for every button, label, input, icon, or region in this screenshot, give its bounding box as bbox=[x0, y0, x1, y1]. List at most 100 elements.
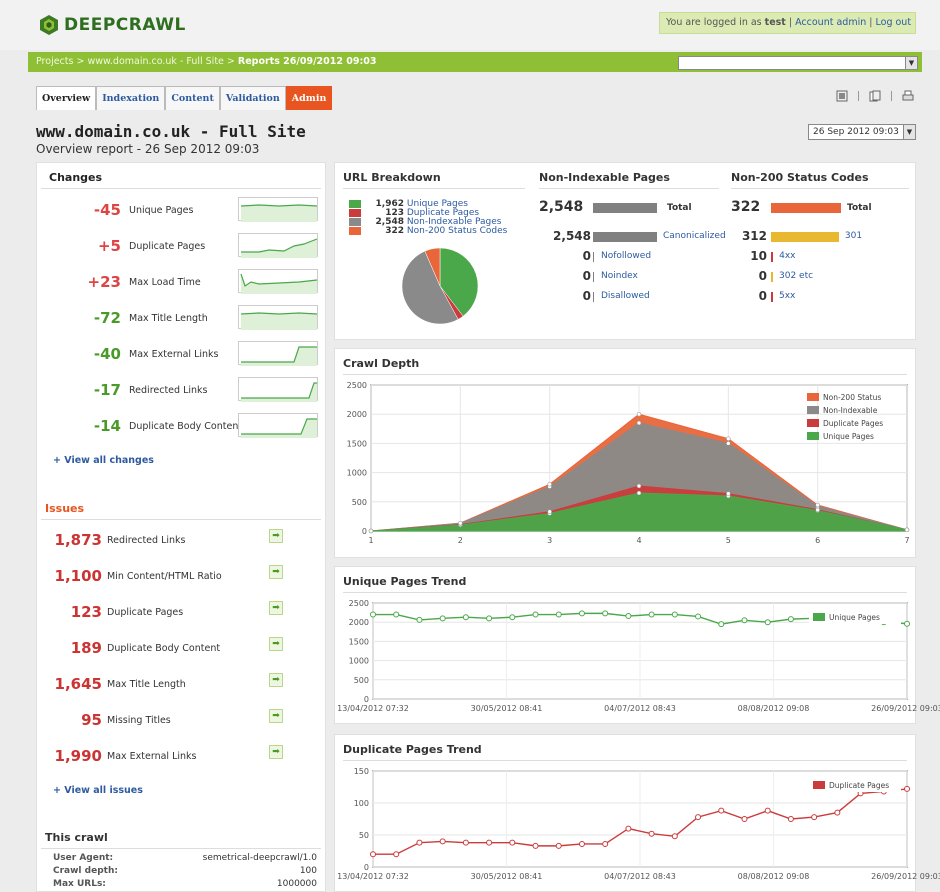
non-indexable-row: 0 Nofollowed bbox=[539, 249, 719, 265]
dropdown-arrow-icon[interactable]: ▼ bbox=[905, 57, 917, 69]
issue-value: 189 bbox=[70, 639, 102, 657]
row-bar bbox=[771, 272, 773, 282]
dropdown-arrow-icon[interactable]: ▼ bbox=[903, 125, 915, 139]
x-tick-label: 13/04/2012 07:32 bbox=[337, 872, 409, 881]
change-row: -17 Redirected Links bbox=[37, 377, 327, 403]
change-value: -14 bbox=[93, 417, 121, 435]
toolbar bbox=[836, 90, 914, 102]
sparkline-area bbox=[241, 239, 317, 258]
data-point bbox=[625, 825, 632, 832]
legend-swatch bbox=[813, 781, 825, 789]
copy-icon[interactable] bbox=[869, 90, 881, 102]
data-point bbox=[509, 839, 516, 846]
divider bbox=[858, 91, 859, 101]
y-tick-label: 0 bbox=[364, 863, 369, 872]
change-value: -17 bbox=[93, 381, 121, 399]
data-point bbox=[726, 441, 731, 446]
arrow-right-icon[interactable]: ➡ bbox=[269, 709, 283, 723]
view-all-issues-link[interactable]: + View all issues bbox=[53, 785, 143, 796]
legend-item: 322 Non-200 Status Codes bbox=[349, 226, 507, 236]
project-select[interactable]: ▼ bbox=[678, 56, 918, 70]
non200-title: Non-200 Status Codes bbox=[731, 171, 909, 189]
data-point bbox=[462, 839, 469, 846]
logo[interactable]: DEEPCRAWL bbox=[38, 14, 186, 36]
arrow-right-icon[interactable]: ➡ bbox=[269, 601, 283, 615]
data-point bbox=[904, 620, 910, 627]
tab-content[interactable]: Content bbox=[165, 86, 220, 110]
tab-overview[interactable]: Overview bbox=[36, 86, 97, 110]
row-value: 10 bbox=[750, 249, 767, 263]
arrow-right-icon[interactable]: ➡ bbox=[269, 565, 283, 579]
breadcrumb-projects[interactable]: Projects bbox=[36, 56, 73, 67]
data-point bbox=[486, 839, 493, 846]
page-subtitle: Overview report - 26 Sep 2012 09:03 bbox=[36, 142, 260, 156]
report-date-select[interactable]: 26 Sep 2012 09:03 ▼ bbox=[808, 124, 916, 140]
arrow-right-icon[interactable]: ➡ bbox=[269, 745, 283, 759]
row-label[interactable]: Nofollowed bbox=[601, 251, 651, 261]
data-point bbox=[578, 840, 585, 847]
legend-label: Duplicate Pages bbox=[829, 781, 889, 790]
x-tick-label: 04/07/2012 08:43 bbox=[604, 704, 676, 713]
export-icon[interactable] bbox=[836, 90, 848, 102]
sparkline bbox=[238, 341, 318, 366]
issue-label: Min Content/HTML Ratio bbox=[107, 571, 222, 582]
x-tick-label: 7 bbox=[904, 536, 909, 545]
change-value: -45 bbox=[93, 201, 121, 219]
data-point bbox=[625, 613, 632, 620]
data-point bbox=[370, 611, 376, 618]
sparkline-chart bbox=[241, 346, 317, 366]
y-tick-label: 2500 bbox=[347, 381, 367, 390]
x-tick-label: 6 bbox=[815, 536, 820, 545]
non-indexable-title: Non-Indexable Pages bbox=[539, 171, 719, 189]
tab-validation[interactable]: Validation bbox=[219, 86, 286, 110]
change-value: -72 bbox=[93, 309, 121, 327]
y-tick-label: 500 bbox=[354, 676, 369, 685]
data-point bbox=[416, 839, 423, 846]
print-icon[interactable] bbox=[902, 90, 914, 102]
sparkline bbox=[238, 233, 318, 258]
logout-link[interactable]: Log out bbox=[876, 17, 912, 28]
non-indexable-row: 2,548 Canonicalized bbox=[539, 229, 726, 245]
arrow-right-icon[interactable]: ➡ bbox=[269, 529, 283, 543]
y-tick-label: 1000 bbox=[349, 657, 369, 666]
x-tick-label: 1 bbox=[368, 536, 373, 545]
data-point bbox=[636, 483, 642, 489]
sparkline-chart bbox=[241, 238, 318, 258]
data-point bbox=[726, 491, 731, 496]
issue-row: 1,100 Min Content/HTML Ratio ➡ bbox=[37, 565, 327, 587]
row-label[interactable]: Disallowed bbox=[601, 291, 650, 301]
x-tick-label: 30/05/2012 08:41 bbox=[471, 704, 543, 713]
data-point bbox=[741, 617, 748, 624]
row-bar bbox=[593, 292, 594, 302]
legend-swatch bbox=[807, 393, 819, 401]
row-label[interactable]: 5xx bbox=[779, 291, 795, 301]
row-bar bbox=[771, 292, 773, 302]
legend-label: Unique Pages bbox=[823, 432, 874, 441]
account-admin-link[interactable]: Account admin bbox=[795, 17, 866, 28]
data-point bbox=[787, 616, 794, 623]
breadcrumb-site[interactable]: www.domain.co.uk - Full Site bbox=[87, 56, 223, 67]
data-point bbox=[532, 842, 539, 849]
row-label[interactable]: Canonicalized bbox=[663, 231, 726, 241]
data-point bbox=[695, 814, 702, 821]
issue-row: 123 Duplicate Pages ➡ bbox=[37, 601, 327, 623]
row-label[interactable]: 301 bbox=[845, 231, 862, 241]
arrow-right-icon[interactable]: ➡ bbox=[269, 637, 283, 651]
sparkline-line bbox=[240, 312, 318, 315]
left-panel: Changes -45 Unique Pages +5 Duplicate Pages… bbox=[36, 162, 326, 892]
data-point bbox=[555, 842, 562, 849]
tab-admin[interactable]: Admin bbox=[285, 86, 333, 110]
change-row: -40 Max External Links bbox=[37, 341, 327, 367]
tab-indexation[interactable]: Indexation bbox=[96, 86, 166, 110]
duplicate-trend-panel: Duplicate Pages Trend 0 50 100 150 13/04/201… bbox=[334, 734, 940, 892]
row-label[interactable]: Noindex bbox=[601, 271, 638, 281]
row-label[interactable]: 302 etc bbox=[779, 271, 813, 281]
username: test bbox=[764, 17, 786, 28]
issue-row: 1,873 Redirected Links ➡ bbox=[37, 529, 327, 551]
change-label: Redirected Links bbox=[129, 385, 208, 396]
x-tick-label: 08/08/2012 09:08 bbox=[738, 704, 810, 713]
row-label[interactable]: 4xx bbox=[779, 251, 795, 261]
arrow-right-icon[interactable]: ➡ bbox=[269, 673, 283, 687]
view-all-changes-link[interactable]: + View all changes bbox=[53, 455, 154, 466]
non200-row: 0 5xx bbox=[731, 289, 911, 305]
